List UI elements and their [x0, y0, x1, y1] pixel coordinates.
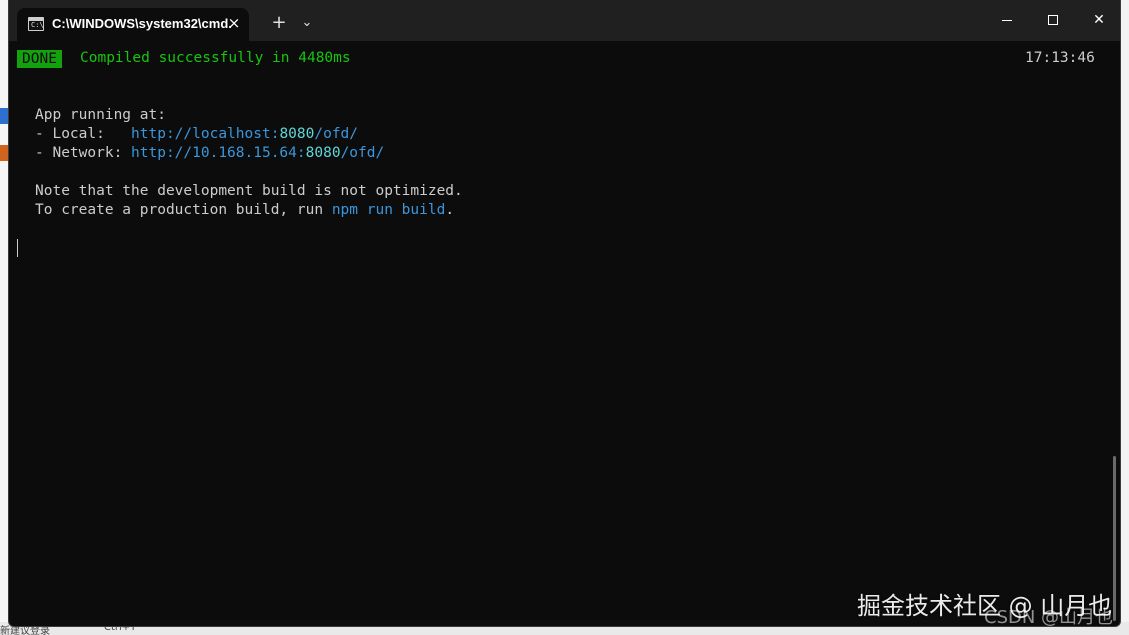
- maximize-button[interactable]: [1030, 0, 1076, 41]
- scrollbar-thumb[interactable]: [1113, 456, 1116, 621]
- note-line-2: To create a production build, run npm ru…: [35, 202, 455, 218]
- chevron-down-icon[interactable]: ⌄: [297, 11, 317, 35]
- new-tab-button[interactable]: +: [267, 11, 291, 35]
- app-running-line: App running at:: [35, 107, 166, 123]
- local-url[interactable]: http://localhost:8080/ofd/: [131, 126, 358, 142]
- network-url-line: - Network: http://10.168.15.64:8080/ofd/: [35, 144, 384, 163]
- title-bar[interactable]: C:\ C:\WINDOWS\system32\cmd. × + ⌄ ✕: [9, 0, 1120, 41]
- minimize-button[interactable]: [984, 0, 1030, 41]
- timestamp: 17:13:46: [1025, 50, 1095, 66]
- local-url-line: - Local: http://localhost:8080/ofd/: [35, 125, 358, 144]
- cmd-icon: C:\: [28, 17, 44, 31]
- note-line-1: Note that the development build is not o…: [35, 183, 463, 199]
- done-badge: DONE: [17, 50, 62, 68]
- terminal-window: C:\ C:\WINDOWS\system32\cmd. × + ⌄ ✕ DON…: [8, 0, 1121, 627]
- watermark-secondary: CSDN @山月也: [984, 607, 1114, 627]
- text-cursor: [17, 239, 18, 257]
- network-label: - Network:: [35, 145, 132, 161]
- maximize-icon: [1048, 15, 1058, 25]
- terminal-output[interactable]: DONE Compiled successfully in 4480ms 17:…: [9, 41, 1120, 626]
- local-label: - Local:: [35, 126, 132, 142]
- close-window-button[interactable]: ✕: [1076, 0, 1120, 41]
- compiled-message: Compiled successfully in 4480ms: [80, 50, 351, 66]
- tab-cmd[interactable]: C:\ C:\WINDOWS\system32\cmd. ×: [17, 8, 249, 41]
- tab-close-icon[interactable]: ×: [225, 14, 243, 32]
- tab-title: C:\WINDOWS\system32\cmd.: [52, 16, 232, 31]
- network-url[interactable]: http://10.168.15.64:8080/ofd/: [131, 145, 384, 161]
- npm-command: npm run build: [331, 202, 446, 218]
- minimize-icon: [1002, 20, 1012, 21]
